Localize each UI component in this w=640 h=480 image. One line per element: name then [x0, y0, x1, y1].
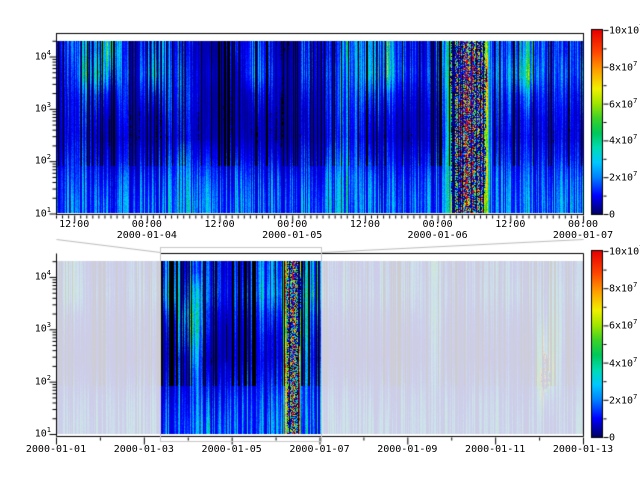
- detail-colorbar: [592, 30, 602, 214]
- spectrogram-figure: 12:0000:002000-01-0412:0000:002000-01-05…: [0, 0, 640, 480]
- detail-plot-region[interactable]: [56, 33, 583, 214]
- selection-window[interactable]: [160, 247, 321, 441]
- overview-colorbar: [592, 251, 602, 437]
